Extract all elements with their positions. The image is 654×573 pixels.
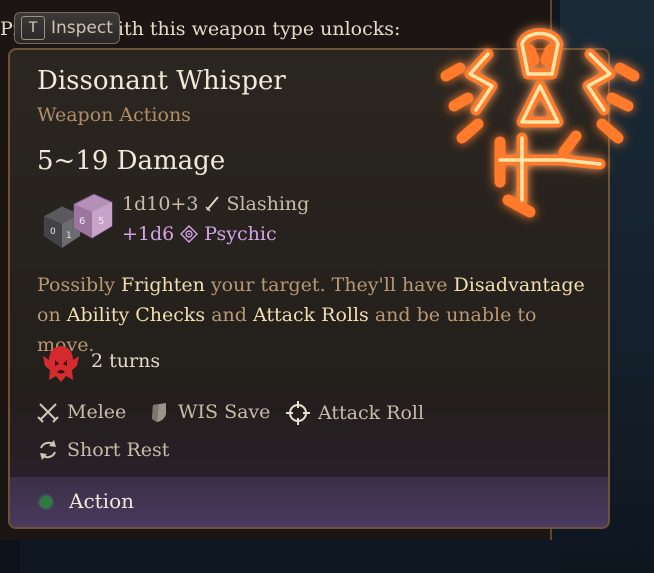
desc-text: your target. They'll have <box>204 274 454 296</box>
damage-dice: 1d10+3 <box>122 193 199 215</box>
property-wis-save: WIS Save <box>148 401 270 423</box>
property-label: WIS Save <box>178 401 271 423</box>
background-text-tail: ith this weapon type unlocks: <box>117 18 401 40</box>
damage-line-slashing: 1d10+3 Slashing <box>122 193 309 215</box>
desc-text: on <box>37 304 67 326</box>
property-label: Short Rest <box>67 439 170 461</box>
svg-text:1: 1 <box>66 231 72 241</box>
keyword-disadvantage[interactable]: Disadvantage <box>454 274 585 296</box>
keyword-frighten[interactable]: Frighten <box>121 274 205 296</box>
property-label: Melee <box>67 401 127 423</box>
desc-text: Possibly <box>37 274 122 296</box>
duration-text: 2 turns <box>91 350 161 372</box>
spell-title: Dissonant Whisper <box>37 66 286 96</box>
frightened-condition-icon <box>43 346 79 382</box>
action-cost-footer: Action <box>10 477 608 527</box>
damage-type: Slashing <box>226 193 310 215</box>
svg-text:0: 0 <box>50 227 56 237</box>
melee-icon <box>37 403 59 423</box>
dissonant-whisper-spell-icon <box>440 28 640 218</box>
refresh-icon <box>40 440 56 460</box>
property-short-rest: Short Rest <box>37 439 169 461</box>
psychic-icon <box>180 225 199 243</box>
svg-text:6: 6 <box>79 216 85 227</box>
slashing-icon <box>205 196 220 212</box>
svg-text:5: 5 <box>98 216 104 227</box>
damage-line-psychic: +1d6 Psychic <box>122 223 277 245</box>
property-label: Attack Roll <box>318 402 425 424</box>
action-resource-dot <box>40 496 52 508</box>
crosshair-icon <box>286 401 310 425</box>
action-cost-label: Action <box>69 489 134 513</box>
property-melee: Melee <box>37 401 126 423</box>
damage-range: 5~19 Damage <box>37 146 226 176</box>
property-attack-roll: Attack Roll <box>286 401 424 425</box>
damage-type: Psychic <box>204 223 277 245</box>
spell-description: Possibly Frighten your target. They'll h… <box>37 270 597 360</box>
inspect-label: Inspect <box>51 18 113 38</box>
spell-subtitle: Weapon Actions <box>37 104 191 126</box>
dice-icon: 0 1 6 5 <box>43 193 113 249</box>
keyword-attack-rolls[interactable]: Attack Rolls <box>253 304 369 326</box>
keyword-ability-checks[interactable]: Ability Checks <box>67 304 205 326</box>
damage-dice: +1d6 <box>122 223 175 245</box>
shield-save-icon <box>152 403 166 422</box>
desc-text: and <box>205 304 253 326</box>
inspect-key: T <box>21 16 45 40</box>
inspect-button[interactable]: T Inspect <box>14 12 120 44</box>
